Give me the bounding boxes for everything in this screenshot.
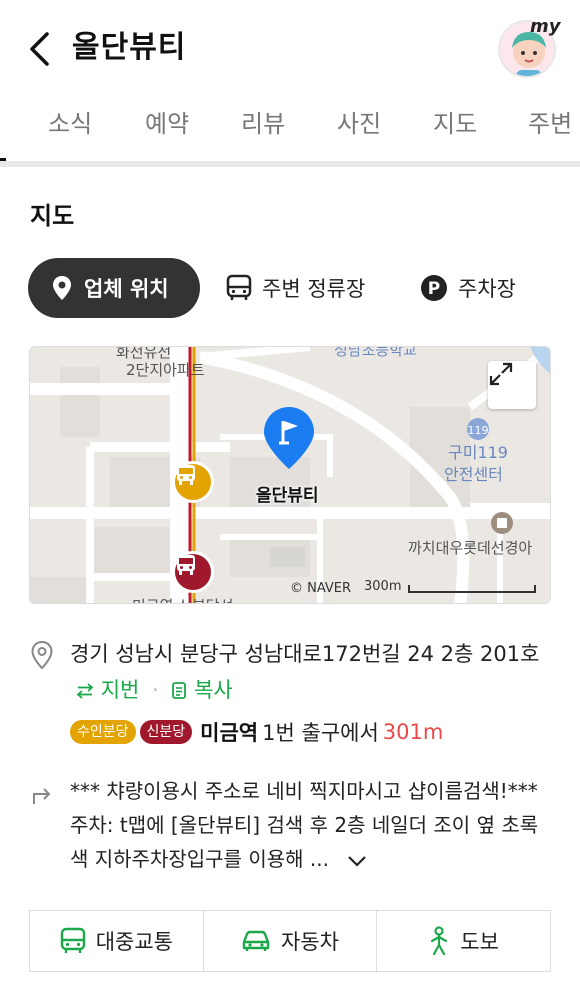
map-place-label: 올단뷰티 bbox=[256, 486, 319, 506]
nearest-station[interactable]: 수인분당 신분당 미금역 1번 출구에서 301m bbox=[70, 716, 443, 748]
route-label: 도보 bbox=[460, 930, 499, 954]
parking-icon: P bbox=[420, 274, 448, 302]
car-icon bbox=[241, 929, 271, 953]
car-route-button[interactable]: 자동차 bbox=[204, 911, 378, 971]
chevron-down-icon[interactable] bbox=[347, 844, 367, 878]
route-label: 자동차 bbox=[281, 930, 339, 954]
chip-business-location[interactable]: 업체 위치 bbox=[28, 258, 200, 318]
copy-button[interactable]: 복사 bbox=[171, 678, 233, 702]
jibun-button[interactable]: 지번 bbox=[70, 678, 146, 702]
location-outline-icon bbox=[30, 640, 54, 674]
tab-nearby[interactable]: 주변 bbox=[528, 96, 572, 156]
chip-parking[interactable]: P 주차장 bbox=[420, 258, 516, 318]
station-distance: 301m bbox=[382, 720, 444, 744]
tab-reservation[interactable]: 예약 bbox=[145, 96, 189, 156]
directions-text-block: *** 챠량이용시 주소로 네비 찍지마시고 샵이름검색!*** 주차: t맵에… bbox=[70, 774, 542, 878]
map-scale-label: 300m bbox=[364, 579, 402, 594]
swap-icon bbox=[76, 683, 94, 699]
map-label-apartment-complex: 2단지아파트 bbox=[126, 361, 205, 379]
transit-icon bbox=[60, 927, 86, 955]
divider bbox=[0, 161, 580, 167]
tab-bar: 소식 예약 리뷰 사진 지도 주변 bbox=[0, 96, 580, 160]
line-badge-sinbundang: 신분당 bbox=[139, 720, 193, 744]
copy-icon bbox=[172, 682, 187, 699]
tab-news[interactable]: 소식 bbox=[48, 96, 92, 156]
avatar-badge: my bbox=[530, 16, 561, 37]
back-arrow-icon[interactable] bbox=[24, 28, 54, 70]
route-label: 대중교통 bbox=[95, 930, 173, 954]
map-scale-bar bbox=[408, 585, 536, 593]
separator-dot: · bbox=[152, 678, 159, 702]
jibun-label: 지번 bbox=[100, 678, 140, 702]
route-options: 대중교통 자동차 도보 bbox=[29, 910, 551, 972]
address: 경기 성남시 분당구 성남대로172번길 24 2층 201호 bbox=[70, 642, 540, 666]
chip-label: 주차장 bbox=[458, 277, 516, 301]
map-label-school: 성남초등학교 bbox=[334, 346, 417, 359]
line-badge-suinbundang: 수인분당 bbox=[70, 720, 136, 744]
svg-text:119: 119 bbox=[468, 424, 489, 437]
section-title: 지도 bbox=[30, 202, 75, 230]
station-exit: 1번 출구에서 bbox=[262, 721, 379, 745]
expand-map-button[interactable] bbox=[488, 361, 536, 409]
bus-stop-icon[interactable] bbox=[172, 551, 214, 593]
tab-map[interactable]: 지도 bbox=[433, 96, 477, 156]
map-filter-chips: 업체 위치 주변 정류장 P 주차장 bbox=[28, 258, 568, 318]
expand-icon bbox=[489, 362, 513, 386]
header: 올단뷰티 my bbox=[0, 0, 580, 96]
tab-photos[interactable]: 사진 bbox=[337, 96, 381, 156]
map-marker-icon[interactable] bbox=[262, 405, 316, 471]
copy-label: 복사 bbox=[194, 678, 233, 702]
page-title: 올단뷰티 bbox=[72, 30, 187, 65]
station-name: 미금역 bbox=[200, 721, 259, 745]
map-credit: © NAVER bbox=[290, 581, 352, 596]
chip-label: 주변 정류장 bbox=[262, 277, 366, 301]
chip-nearby-stops[interactable]: 주변 정류장 bbox=[226, 258, 365, 318]
bus-stop-icon[interactable] bbox=[172, 461, 214, 503]
chip-label: 업체 위치 bbox=[84, 277, 169, 301]
map-label-station: 미금역 신분당선 bbox=[132, 595, 233, 603]
address-text: 경기 성남시 분당구 성남대로172번길 24 2층 201호 지번 · 복사 bbox=[70, 636, 540, 708]
turn-arrow-icon bbox=[30, 782, 54, 810]
location-pin-icon bbox=[52, 275, 72, 301]
tab-review[interactable]: 리뷰 bbox=[241, 96, 285, 156]
map-view[interactable]: 119 화전유전 2단지아파트 성남초등학교 구미119 안전센터 까치대우롯데… bbox=[29, 346, 551, 604]
walk-icon bbox=[428, 926, 450, 956]
map-label-fire-station: 구미119 bbox=[448, 443, 508, 462]
directions-text: *** 챠량이용시 주소로 네비 찍지마시고 샵이름검색!*** 주차: t맵에… bbox=[70, 779, 539, 871]
svg-text:P: P bbox=[428, 279, 440, 299]
bus-icon bbox=[226, 274, 252, 302]
map-label-apartment-daewoo: 까치대우롯데선경아 bbox=[408, 539, 533, 557]
walk-route-button[interactable]: 도보 bbox=[377, 911, 550, 971]
transit-route-button[interactable]: 대중교통 bbox=[30, 911, 204, 971]
map-label-fire-station-sub: 안전센터 bbox=[444, 465, 503, 484]
